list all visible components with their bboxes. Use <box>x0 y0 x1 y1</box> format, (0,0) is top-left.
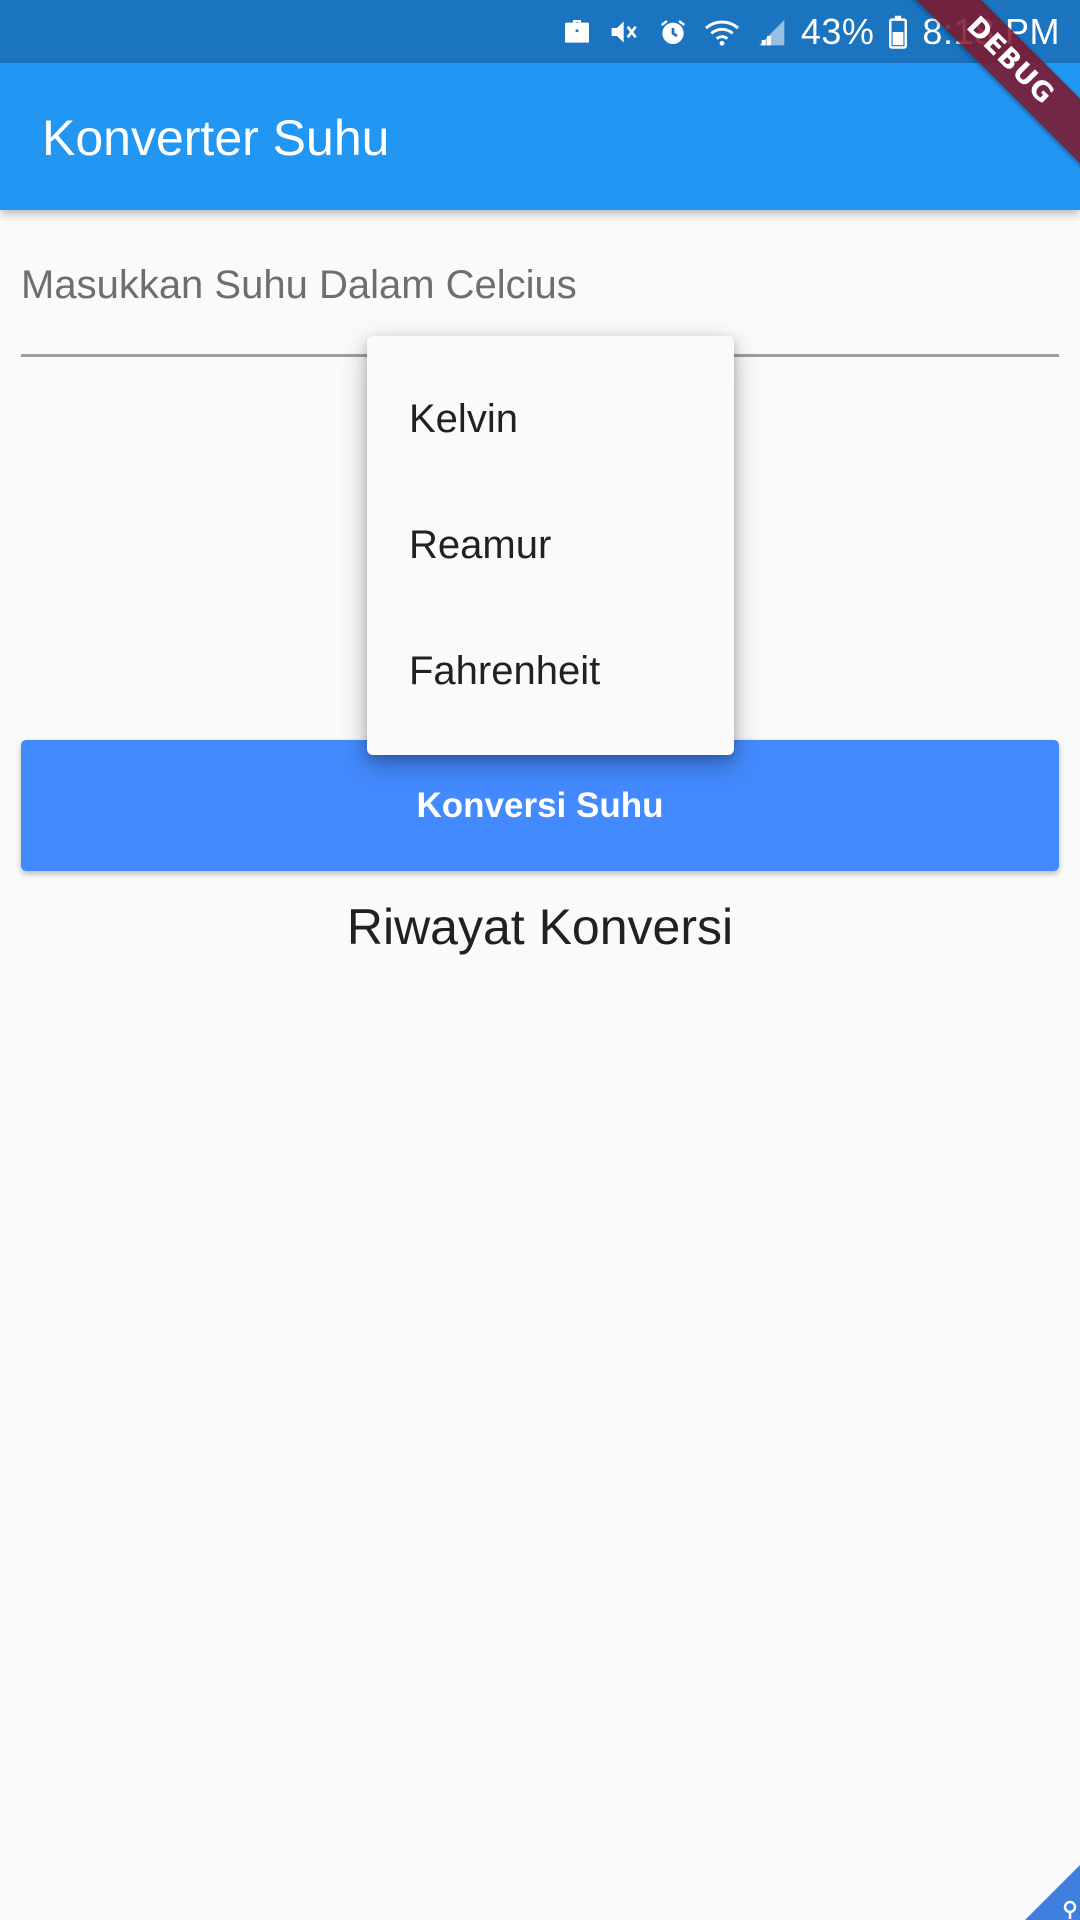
battery-percent: 43% <box>800 10 875 52</box>
app-screen: 43% 8:18 PM Konverter Suhu DEBUG Konvers… <box>0 0 1080 1920</box>
page-title: Konverter Suhu <box>42 110 390 166</box>
briefcase-icon <box>561 16 593 48</box>
status-bar: 43% 8:18 PM <box>0 0 1080 63</box>
alarm-icon <box>657 16 689 48</box>
signal-icon <box>755 16 787 48</box>
unit-dropdown-menu: Kelvin Reamur Fahrenheit <box>367 336 734 755</box>
battery-icon <box>888 15 908 49</box>
menu-item-kelvin[interactable]: Kelvin <box>367 356 734 482</box>
wifi-icon <box>703 16 741 48</box>
history-title: Riwayat Konversi <box>346 899 734 955</box>
mute-icon <box>607 16 643 48</box>
inspector-icon[interactable] <box>1025 1865 1080 1920</box>
convert-button[interactable]: Konversi Suhu <box>21 740 1059 871</box>
menu-item-fahrenheit[interactable]: Fahrenheit <box>367 608 734 734</box>
app-bar: Konverter Suhu <box>0 63 1080 210</box>
menu-item-reamur[interactable]: Reamur <box>367 482 734 608</box>
